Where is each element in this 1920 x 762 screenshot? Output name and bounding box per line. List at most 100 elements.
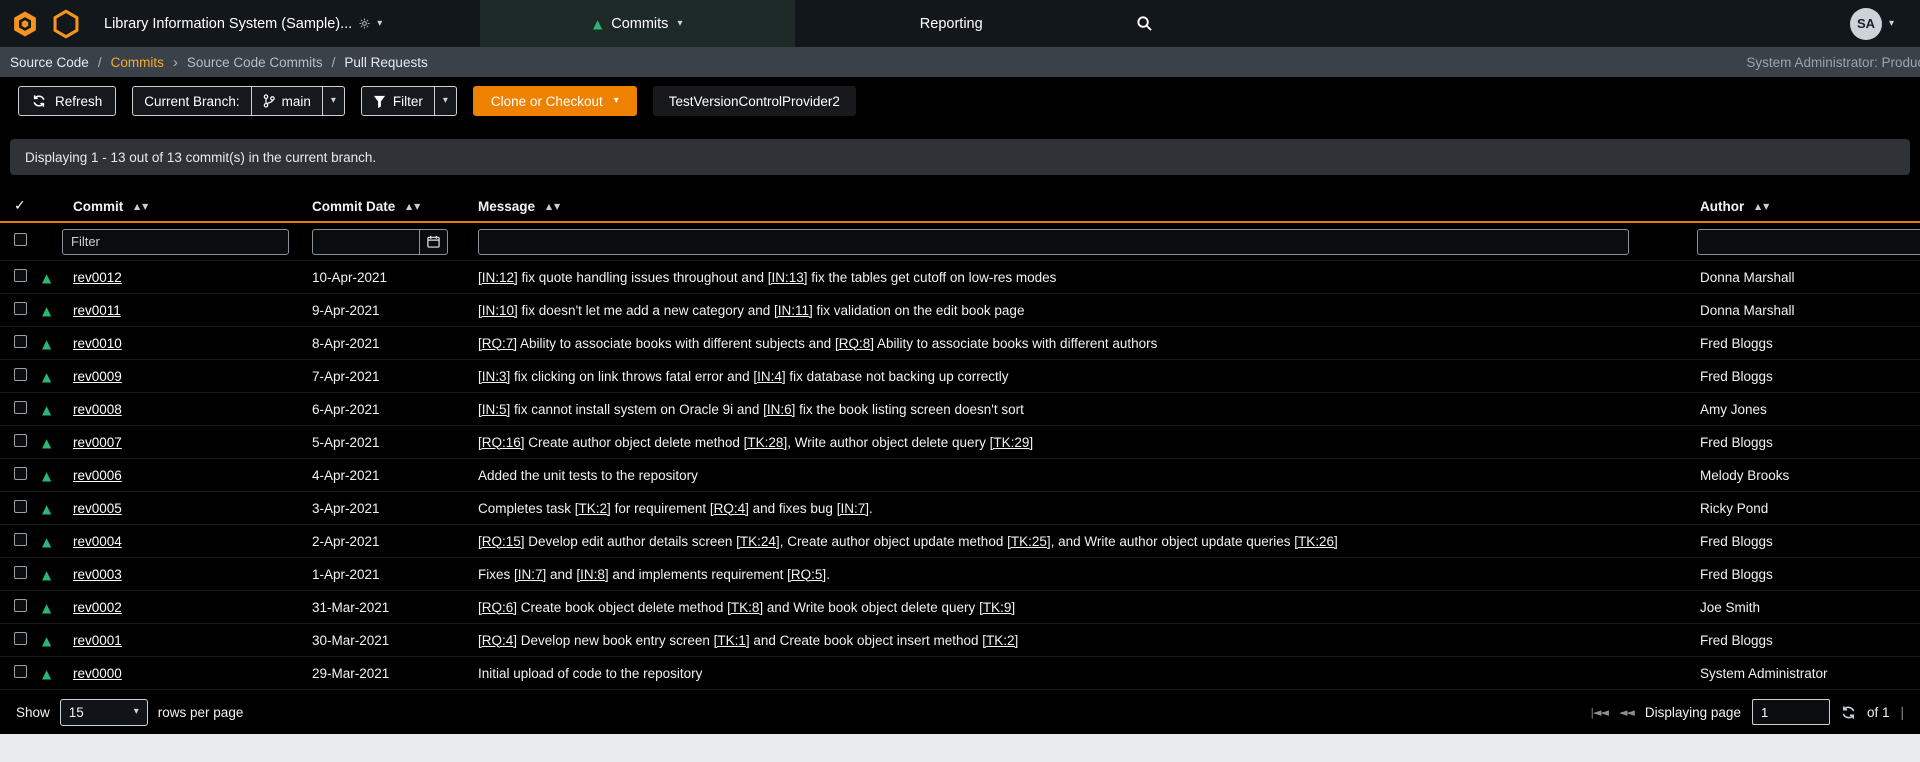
message-artifact-link[interactable]: [TK:1] xyxy=(714,633,750,648)
row-checkbox[interactable] xyxy=(14,368,27,381)
page-number-input[interactable] xyxy=(1752,699,1830,725)
message-artifact-link[interactable]: [RQ:8] xyxy=(835,336,874,351)
message-artifact-link[interactable]: [IN:8] xyxy=(576,567,608,582)
commit-link[interactable]: rev0005 xyxy=(73,501,122,516)
search-button[interactable] xyxy=(1107,0,1181,47)
message-filter-input[interactable] xyxy=(478,229,1629,255)
breadcrumb-commits[interactable]: Commits xyxy=(111,55,164,70)
commit-triangle-icon: ▲ xyxy=(42,667,51,681)
commit-link[interactable]: rev0008 xyxy=(73,402,122,417)
column-header-commit[interactable]: Commit xyxy=(73,199,123,214)
message-artifact-link[interactable]: [IN:6] xyxy=(763,402,795,417)
row-checkbox[interactable] xyxy=(14,500,27,513)
column-header-commit-date[interactable]: Commit Date xyxy=(312,199,395,214)
row-checkbox[interactable] xyxy=(14,665,27,678)
commit-link[interactable]: rev0001 xyxy=(73,633,122,648)
message-text: Develop new book entry screen xyxy=(517,633,714,648)
row-checkbox[interactable] xyxy=(14,335,27,348)
message-artifact-link[interactable]: [TK:2] xyxy=(575,501,611,516)
breadcrumb-source-code[interactable]: Source Code xyxy=(10,55,89,70)
calendar-button[interactable] xyxy=(420,229,448,255)
message-artifact-link[interactable]: [TK:26] xyxy=(1294,534,1338,549)
sort-arrows-icon[interactable]: ▲▼ xyxy=(406,202,422,211)
message-text: for requirement xyxy=(611,501,710,516)
message-artifact-link[interactable]: [IN:13] xyxy=(768,270,808,285)
nav-reporting[interactable]: Reporting xyxy=(795,0,1107,47)
pagination-bar: Show 15 ▾ rows per page |◄◄ ◄◄ Displayin… xyxy=(0,690,1920,734)
author-filter-input[interactable] xyxy=(1697,229,1920,255)
message-artifact-link[interactable]: [TK:28] xyxy=(744,435,788,450)
filter-dropdown-button[interactable]: ▾ xyxy=(434,86,457,116)
message-artifact-link[interactable]: [RQ:7] xyxy=(478,336,517,351)
refresh-button[interactable]: Refresh xyxy=(18,86,116,116)
message-artifact-link[interactable]: [TK:2] xyxy=(982,633,1018,648)
message-artifact-link[interactable]: [TK:25] xyxy=(1007,534,1051,549)
commit-link[interactable]: rev0000 xyxy=(73,666,122,681)
commit-date: 3-Apr-2021 xyxy=(300,501,470,516)
message-artifact-link[interactable]: [IN:4] xyxy=(753,369,785,384)
commit-link[interactable]: rev0007 xyxy=(73,435,122,450)
message-artifact-link[interactable]: [TK:8] xyxy=(727,600,763,615)
message-artifact-link[interactable]: [RQ:4] xyxy=(710,501,749,516)
row-checkbox[interactable] xyxy=(14,269,27,282)
commit-link[interactable]: rev0010 xyxy=(73,336,122,351)
message-artifact-link[interactable]: [IN:7] xyxy=(837,501,869,516)
refresh-page-icon[interactable] xyxy=(1841,705,1856,720)
brand[interactable] xyxy=(0,0,82,47)
commit-link[interactable]: rev0002 xyxy=(73,600,122,615)
message-artifact-link[interactable]: [TK:29] xyxy=(990,435,1034,450)
branch-button[interactable]: main xyxy=(251,86,323,116)
row-checkbox[interactable] xyxy=(14,566,27,579)
column-header-message[interactable]: Message xyxy=(478,199,535,214)
branch-dropdown-button[interactable]: ▾ xyxy=(322,86,345,116)
message-artifact-link[interactable]: [TK:24] xyxy=(736,534,780,549)
message-artifact-link[interactable]: [IN:5] xyxy=(478,402,510,417)
message-artifact-link[interactable]: [IN:7] xyxy=(514,567,546,582)
commit-link[interactable]: rev0003 xyxy=(73,567,122,582)
previous-page-button[interactable]: ◄◄ xyxy=(1619,706,1634,719)
tab-commits[interactable]: ▲ Commits ▾ xyxy=(480,0,795,47)
commit-filter-input[interactable] xyxy=(62,229,289,255)
date-filter-input[interactable] xyxy=(312,229,420,255)
commit-link[interactable]: rev0009 xyxy=(73,369,122,384)
message-artifact-link[interactable]: [TK:9] xyxy=(979,600,1015,615)
table-row: ▲ rev0001 30-Mar-2021 [RQ:4] Develop new… xyxy=(0,624,1920,657)
commit-link[interactable]: rev0012 xyxy=(73,270,122,285)
commit-link[interactable]: rev0011 xyxy=(73,303,121,318)
row-checkbox[interactable] xyxy=(14,467,27,480)
sort-arrows-icon[interactable]: ▲▼ xyxy=(134,202,150,211)
commit-link[interactable]: rev0006 xyxy=(73,468,122,483)
commit-message: Added the unit tests to the repository xyxy=(470,468,1690,483)
message-artifact-link[interactable]: [RQ:5] xyxy=(787,567,826,582)
message-artifact-link[interactable]: [IN:10] xyxy=(478,303,518,318)
message-artifact-link[interactable]: [RQ:6] xyxy=(478,600,517,615)
row-checkbox[interactable] xyxy=(14,434,27,447)
sort-arrows-icon[interactable]: ▲▼ xyxy=(1755,202,1771,211)
clone-or-checkout-button[interactable]: Clone or Checkout ▾ xyxy=(473,86,637,116)
commit-link[interactable]: rev0004 xyxy=(73,534,122,549)
first-page-button[interactable]: |◄◄ xyxy=(1590,706,1608,719)
sort-arrows-icon[interactable]: ▲▼ xyxy=(546,202,562,211)
message-artifact-link[interactable]: [IN:12] xyxy=(478,270,518,285)
chevron-down-icon: ▾ xyxy=(377,19,382,29)
breadcrumb-pull-requests[interactable]: Pull Requests xyxy=(344,55,427,70)
row-checkbox[interactable] xyxy=(14,401,27,414)
message-artifact-link[interactable]: [RQ:16] xyxy=(478,435,525,450)
breadcrumb-source-code-commits[interactable]: Source Code Commits xyxy=(187,55,323,70)
row-checkbox[interactable] xyxy=(14,632,27,645)
rows-per-page-select[interactable]: 15 ▾ xyxy=(60,699,148,726)
select-all-checkbox[interactable] xyxy=(14,233,27,246)
user-menu[interactable]: SA ▾ xyxy=(1850,0,1920,47)
message-artifact-link[interactable]: [IN:11] xyxy=(774,303,813,318)
message-artifact-link[interactable]: [RQ:4] xyxy=(478,633,517,648)
row-checkbox[interactable] xyxy=(14,599,27,612)
table-row: ▲ rev0004 2-Apr-2021 [RQ:15] Develop edi… xyxy=(0,525,1920,558)
project-selector[interactable]: Library Information System (Sample)... ▾ xyxy=(98,0,388,47)
row-checkbox[interactable] xyxy=(14,533,27,546)
message-artifact-link[interactable]: [RQ:15] xyxy=(478,534,525,549)
row-checkbox[interactable] xyxy=(14,302,27,315)
column-header-author[interactable]: Author xyxy=(1700,199,1744,214)
message-artifact-link[interactable]: [IN:3] xyxy=(478,369,510,384)
commit-message: Initial upload of code to the repository xyxy=(470,666,1690,681)
filter-button[interactable]: Filter xyxy=(361,86,435,116)
